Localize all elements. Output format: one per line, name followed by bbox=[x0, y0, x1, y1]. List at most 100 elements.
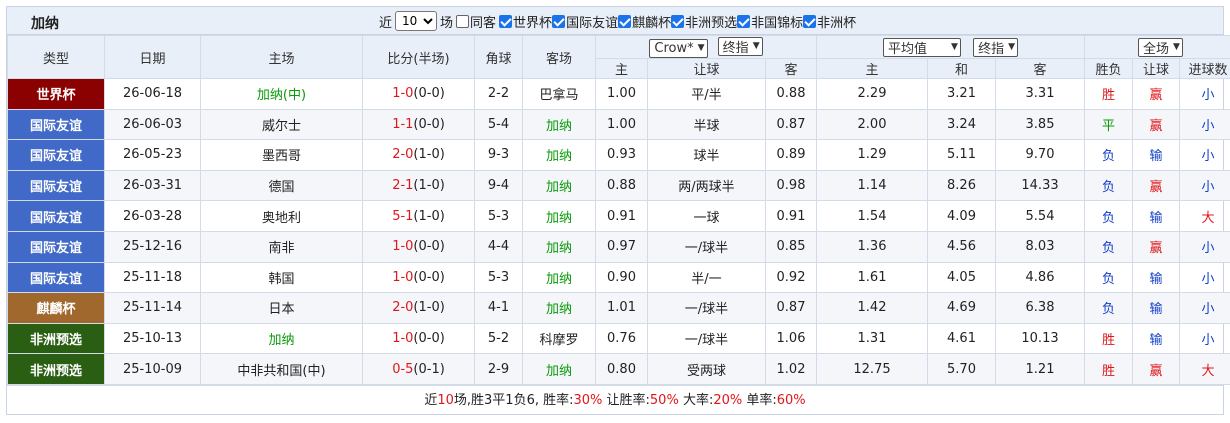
handicap-result-cell: 赢 bbox=[1132, 353, 1180, 385]
table-row[interactable]: 国际友谊 26-05-23 墨西哥 2-0(1-0) 9-3 加纳 0.93 球半 0.89 1.… bbox=[7, 139, 1230, 171]
home-team-cell[interactable]: 韩国 bbox=[200, 261, 363, 294]
away-team-cell[interactable]: 加纳 bbox=[522, 169, 596, 202]
competition-label: 国际友谊 bbox=[566, 15, 619, 31]
competition-checkbox[interactable] bbox=[671, 14, 685, 28]
competition-checkbox[interactable] bbox=[618, 14, 632, 28]
recent-matches-panel: 加纳 近 10 场 同客 世界杯 国际友谊 麒麟杯 非洲预选 非国锦标 非洲杯 类型 日期… bbox=[6, 6, 1230, 415]
col-date: 日期 bbox=[104, 35, 201, 79]
handicap-home-cell: 0.91 bbox=[595, 200, 648, 232]
odds-group: 平均值 ▼ 终指 ▼ bbox=[816, 35, 1085, 59]
full-score: 5-1 bbox=[392, 208, 414, 224]
type-cell[interactable]: 非洲预选 bbox=[7, 353, 105, 385]
table-row[interactable]: 国际友谊 26-06-03 威尔士 1-1(0-0) 5-4 加纳 1.00 半球 0.87 2.… bbox=[7, 108, 1230, 141]
handicap-mode-value: 终指 bbox=[722, 40, 749, 56]
col-away: 客场 bbox=[522, 35, 596, 79]
home-team-cell[interactable]: 威尔士 bbox=[200, 108, 363, 141]
type-cell[interactable]: 国际友谊 bbox=[7, 169, 105, 202]
same-home-option[interactable]: 同客 bbox=[456, 12, 496, 31]
competition-option[interactable]: 非国锦标 bbox=[737, 12, 803, 31]
half-score: (0-0) bbox=[413, 116, 445, 132]
type-cell[interactable]: 非洲预选 bbox=[7, 322, 105, 355]
home-team-cell[interactable]: 加纳 bbox=[200, 322, 363, 355]
full-score: 2-0 bbox=[392, 300, 414, 316]
home-team-cell[interactable]: 奥地利 bbox=[200, 200, 363, 232]
score-cell: 0-5(0-1) bbox=[362, 353, 475, 385]
table-row[interactable]: 非洲预选 25-10-13 加纳 1-0(0-0) 5-2 科摩罗 0.76 一/球半 1.06… bbox=[7, 322, 1230, 355]
col-goals: 进球数 bbox=[1179, 58, 1230, 79]
type-cell[interactable]: 国际友谊 bbox=[7, 230, 105, 263]
handicap-result-cell: 赢 bbox=[1132, 169, 1180, 202]
table-row[interactable]: 非洲预选 25-10-09 中非共和国(中) 0-5(0-1) 2-9 加纳 0.80 受两球… bbox=[7, 353, 1230, 385]
summary-text: 场,胜3平1负6, 胜率: bbox=[453, 392, 574, 408]
away-team-cell[interactable]: 加纳 bbox=[522, 139, 596, 171]
summary-text: 单率: bbox=[742, 392, 777, 408]
competition-checkbox[interactable] bbox=[737, 14, 751, 28]
competition-option[interactable]: 非洲杯 bbox=[803, 12, 856, 31]
home-team-cell[interactable]: 德国 bbox=[200, 169, 363, 202]
away-team-cell[interactable]: 加纳 bbox=[522, 292, 596, 324]
home-team-cell[interactable]: 南非 bbox=[200, 230, 363, 263]
away-team-cell[interactable]: 加纳 bbox=[522, 353, 596, 385]
table-row[interactable]: 国际友谊 26-03-28 奥地利 5-1(1-0) 5-3 加纳 0.91 一球 0.91 1.… bbox=[7, 200, 1230, 232]
competition-option[interactable]: 麒麟杯 bbox=[618, 12, 671, 31]
score-cell: 2-0(1-0) bbox=[362, 292, 475, 324]
away-team-cell[interactable]: 巴拿马 bbox=[522, 78, 596, 110]
type-cell[interactable]: 国际友谊 bbox=[7, 108, 105, 141]
odds-stage-select[interactable]: 终指 ▼ bbox=[973, 37, 1019, 57]
odds-draw-cell: 5.70 bbox=[927, 353, 996, 385]
recent-count-select[interactable]: 10 bbox=[395, 11, 438, 31]
table-row[interactable]: 国际友谊 25-12-16 南非 1-0(0-0) 4-4 加纳 0.97 一/球半 0.85 1… bbox=[7, 230, 1230, 263]
handicap-result-cell: 输 bbox=[1132, 322, 1180, 355]
odds-mode-select[interactable]: 平均值 ▼ bbox=[882, 37, 961, 57]
col-o-away: 客 bbox=[995, 58, 1085, 79]
home-team-cell[interactable]: 墨西哥 bbox=[200, 139, 363, 171]
away-team-cell[interactable]: 加纳 bbox=[522, 200, 596, 232]
summary-win-rate: 30% bbox=[573, 392, 603, 408]
same-home-checkbox[interactable] bbox=[456, 14, 470, 28]
home-team-cell[interactable]: 日本 bbox=[200, 292, 363, 324]
type-cell[interactable]: 国际友谊 bbox=[7, 200, 105, 232]
corner-cell: 5-2 bbox=[474, 322, 523, 355]
handicap-result-cell: 输 bbox=[1132, 200, 1180, 232]
away-team-cell[interactable]: 加纳 bbox=[522, 230, 596, 263]
home-team-cell[interactable]: 加纳(中) bbox=[200, 78, 363, 110]
competition-option[interactable]: 世界杯 bbox=[499, 12, 552, 31]
table-row[interactable]: 世界杯 26-06-18 加纳(中) 1-0(0-0) 2-2 巴拿马 1.00 平/半 0.8… bbox=[7, 78, 1230, 110]
handicap-mode-select[interactable]: 终指 ▼ bbox=[717, 36, 763, 56]
type-cell[interactable]: 麒麟杯 bbox=[7, 292, 105, 324]
table-row[interactable]: 国际友谊 25-11-18 韩国 1-0(0-0) 5-3 加纳 0.90 半/一 0.92 1.… bbox=[7, 261, 1230, 294]
panel-header: 加纳 近 10 场 同客 世界杯 国际友谊 麒麟杯 非洲预选 非国锦标 非洲杯 bbox=[7, 7, 1223, 35]
result-cell: 负 bbox=[1084, 230, 1133, 263]
date-cell: 25-11-18 bbox=[104, 261, 201, 294]
odds-stage-value: 终指 bbox=[978, 41, 1005, 57]
competition-option[interactable]: 非洲预选 bbox=[671, 12, 737, 31]
full-score: 1-0 bbox=[392, 86, 414, 102]
handicap-away-cell: 1.06 bbox=[765, 322, 817, 355]
full-score: 2-0 bbox=[392, 147, 414, 163]
odds-draw-cell: 3.21 bbox=[927, 78, 996, 110]
type-cell[interactable]: 国际友谊 bbox=[7, 139, 105, 171]
away-team-cell[interactable]: 加纳 bbox=[522, 108, 596, 141]
handicap-away-cell: 0.92 bbox=[765, 261, 817, 294]
competition-checkbox[interactable] bbox=[803, 14, 817, 28]
date-cell: 25-11-14 bbox=[104, 292, 201, 324]
competition-checkbox[interactable] bbox=[552, 14, 566, 28]
type-cell[interactable]: 国际友谊 bbox=[7, 261, 105, 294]
col-result: 胜负 bbox=[1084, 58, 1133, 79]
away-team-cell[interactable]: 科摩罗 bbox=[522, 322, 596, 355]
odds-home-cell: 1.61 bbox=[816, 261, 928, 294]
table-row[interactable]: 国际友谊 26-03-31 德国 2-1(1-0) 9-4 加纳 0.88 两/两球半 0.98… bbox=[7, 169, 1230, 202]
summary-odd-rate: 60% bbox=[776, 392, 806, 408]
table-row[interactable]: 麒麟杯 25-11-14 日本 2-0(1-0) 4-1 加纳 1.01 一/球半 0.87 1.… bbox=[7, 292, 1230, 324]
full-score: 0-5 bbox=[392, 361, 414, 377]
type-cell[interactable]: 世界杯 bbox=[7, 78, 105, 110]
full-score: 1-1 bbox=[392, 116, 414, 132]
corner-cell: 4-1 bbox=[474, 292, 523, 324]
away-team-cell[interactable]: 加纳 bbox=[522, 261, 596, 294]
company-select[interactable]: Crow* ▼ bbox=[649, 38, 708, 58]
home-team-cell[interactable]: 中非共和国(中) bbox=[200, 353, 363, 385]
competition-checkbox[interactable] bbox=[499, 14, 513, 28]
result-cell: 胜 bbox=[1084, 353, 1133, 385]
scope-select[interactable]: 全场 ▼ bbox=[1138, 37, 1183, 57]
competition-option[interactable]: 国际友谊 bbox=[552, 12, 618, 31]
